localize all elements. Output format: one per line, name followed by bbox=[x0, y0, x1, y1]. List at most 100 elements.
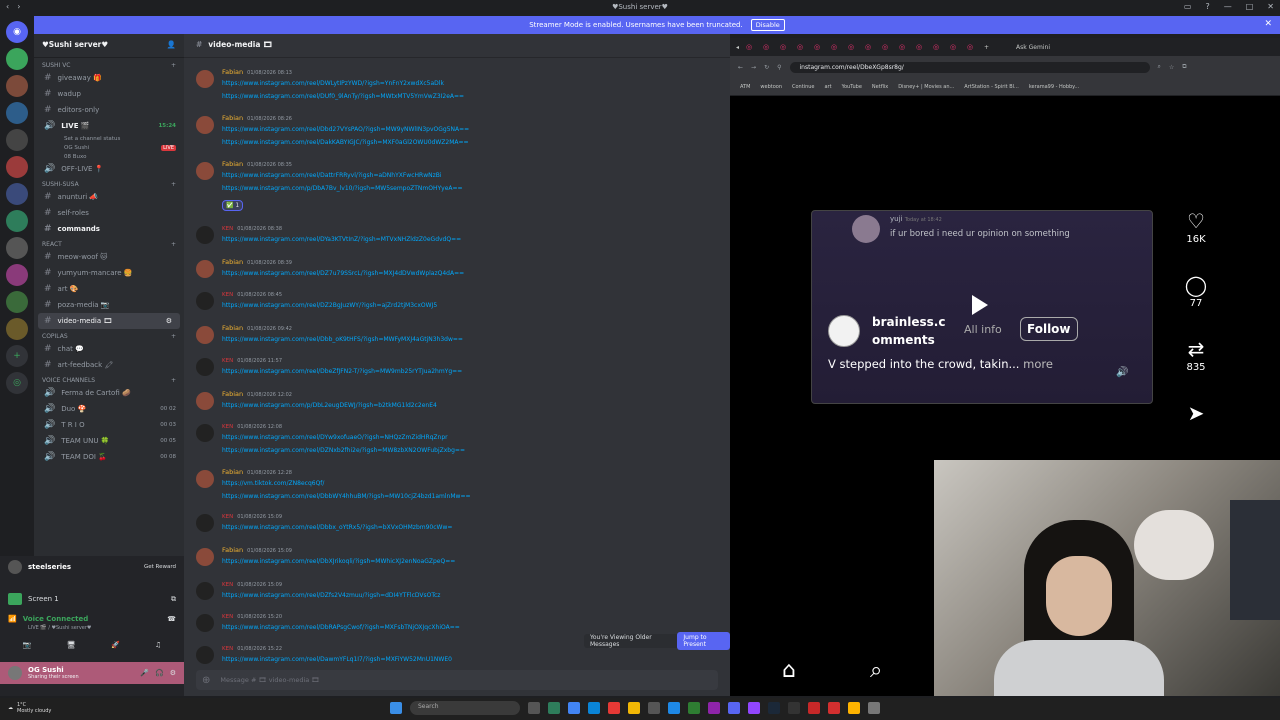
add-attachment-icon[interactable]: ⊕ bbox=[202, 675, 210, 686]
reel-caption[interactable]: V stepped into the crowd, takin... more bbox=[828, 357, 1053, 371]
channel-wadup[interactable]: # wadup bbox=[34, 86, 184, 102]
channel-commands[interactable]: # commands bbox=[34, 221, 184, 237]
discover-icon[interactable]: ◎ bbox=[6, 372, 28, 394]
repost-icon[interactable]: ⇄ bbox=[1180, 336, 1212, 362]
app-icon[interactable] bbox=[608, 702, 620, 714]
channel-giveaway[interactable]: # giveaway 🎁 bbox=[34, 70, 184, 86]
instagram-tab[interactable]: ◎ bbox=[865, 43, 875, 51]
app-icon[interactable] bbox=[688, 702, 700, 714]
instagram-tab[interactable]: ◎ bbox=[967, 43, 977, 51]
app-icon[interactable] bbox=[828, 702, 840, 714]
message-link[interactable]: https://www.instagram.com/reel/DYa3KTVtI… bbox=[222, 236, 461, 243]
settings-icon[interactable] bbox=[868, 702, 880, 714]
reel-preview-card[interactable]: yuji Today at 18:42 if ur bored i need u… bbox=[811, 210, 1153, 404]
app-icon[interactable] bbox=[848, 702, 860, 714]
message-link[interactable]: https://www.instagram.com/reel/DZ2BgJuzW… bbox=[222, 302, 437, 309]
avatar[interactable] bbox=[196, 226, 214, 244]
avatar[interactable] bbox=[196, 392, 214, 410]
message-author[interactable]: KEN bbox=[222, 292, 233, 298]
channel-meow-woof[interactable]: # meow-woof 🐱 bbox=[34, 249, 184, 265]
message-author[interactable]: Fabian bbox=[222, 114, 243, 122]
app-icon[interactable] bbox=[708, 702, 720, 714]
message-link[interactable]: https://www.instagram.com/reel/Dbd27VYsP… bbox=[222, 126, 469, 133]
voice-channel-trio[interactable]: 🔊 T R I O 00 03 bbox=[34, 417, 184, 433]
mute-icon[interactable]: 🔊 bbox=[1116, 367, 1128, 378]
settings-icon[interactable]: ⚙ bbox=[166, 317, 172, 325]
share-screen-icon[interactable]: 🖥 bbox=[67, 641, 76, 649]
message-composer[interactable]: ⊕ Message # 🎞 video-media 🎞 bbox=[196, 670, 718, 690]
channel-art[interactable]: # art 🎨 bbox=[34, 281, 184, 297]
chrome-icon[interactable] bbox=[568, 702, 580, 714]
message-link[interactable]: https://www.instagram.com/reel/DbeZfJFN2… bbox=[222, 368, 462, 375]
zoom-icon[interactable]: ⌕ bbox=[1158, 63, 1161, 71]
channel-handle[interactable]: brainless.comments bbox=[872, 313, 952, 349]
message-link[interactable]: https://www.instagram.com/reel/DakKABYIG… bbox=[222, 139, 469, 146]
category-sushi-susa[interactable]: SUSHI-SUSA + bbox=[34, 177, 184, 189]
soundboard-icon[interactable]: ♫ bbox=[155, 641, 161, 649]
server-icon[interactable] bbox=[6, 156, 28, 178]
send-icon[interactable]: ➤ bbox=[1180, 400, 1212, 426]
user-info[interactable]: OG Sushi Sharing their screen 🎤 🎧 ⚙ bbox=[0, 662, 184, 684]
message-author[interactable]: KEN bbox=[222, 514, 233, 520]
bookmark-star-icon[interactable]: ☆ bbox=[1169, 64, 1174, 71]
message-author[interactable]: KEN bbox=[222, 358, 233, 364]
popout-icon[interactable]: ⧉ bbox=[171, 595, 176, 604]
message-link[interactable]: https://www.instagram.com/reel/DbRAPsgCw… bbox=[222, 624, 460, 631]
channel-video-media[interactable]: # video-media 🎞 ⚙ bbox=[38, 313, 180, 329]
avatar[interactable] bbox=[196, 646, 214, 664]
instagram-tab[interactable]: ◎ bbox=[950, 43, 960, 51]
app-icon[interactable] bbox=[808, 702, 820, 714]
app-icon[interactable] bbox=[648, 702, 660, 714]
instagram-tab[interactable]: ◎ bbox=[814, 43, 824, 51]
avatar[interactable] bbox=[196, 614, 214, 632]
reaction-checkmark[interactable]: ✅ 1 bbox=[222, 200, 244, 211]
avatar[interactable] bbox=[196, 260, 214, 278]
bookmark-item[interactable]: kerama99 - Hobby... bbox=[1029, 84, 1079, 90]
category-react[interactable]: REACT + bbox=[34, 237, 184, 249]
message-link[interactable]: https://www.instagram.com/reel/Dbb_oK9tH… bbox=[222, 336, 463, 343]
bookmark-item[interactable]: Continue bbox=[792, 84, 814, 90]
bookmark-item[interactable]: YouTube bbox=[842, 84, 862, 90]
bookmark-item[interactable]: Netflix bbox=[872, 84, 888, 90]
headphones-icon[interactable]: 🎧 bbox=[155, 669, 164, 677]
server-icon[interactable] bbox=[6, 210, 28, 232]
screen-share-row[interactable]: Screen 1 ⧉ bbox=[0, 588, 184, 610]
category-copilas[interactable]: COPILAS + bbox=[34, 329, 184, 341]
message-author[interactable]: Fabian bbox=[222, 546, 243, 554]
channel-poza-media[interactable]: # poza-media 📷 bbox=[34, 297, 184, 313]
instagram-tab[interactable]: ◎ bbox=[831, 43, 841, 51]
bookmark-item[interactable]: webtoon bbox=[760, 84, 782, 90]
app-icon[interactable] bbox=[668, 702, 680, 714]
voice-channel-live[interactable]: 🔊 LIVE 🎬 15:24 bbox=[34, 118, 184, 134]
instagram-tab[interactable]: ◎ bbox=[916, 43, 926, 51]
avatar[interactable] bbox=[196, 514, 214, 532]
message-author[interactable]: KEN bbox=[222, 424, 233, 430]
disable-streamer-mode-button[interactable]: Disable bbox=[750, 19, 785, 31]
add-server-icon[interactable]: + bbox=[6, 345, 28, 367]
like-action[interactable]: ♡ 16K bbox=[1180, 208, 1212, 272]
new-tab-icon[interactable]: + bbox=[984, 44, 989, 51]
message-link[interactable]: https://www.instagram.com/p/DbA7Bv_lv10/… bbox=[222, 185, 463, 192]
channel-self-roles[interactable]: # self-roles bbox=[34, 205, 184, 221]
instagram-tab[interactable]: ◎ bbox=[882, 43, 892, 51]
banner-close-icon[interactable]: ✕ bbox=[1264, 19, 1272, 29]
app-icon[interactable] bbox=[748, 702, 760, 714]
message-link[interactable]: https://www.instagram.com/reel/DbXJrikoq… bbox=[222, 558, 455, 565]
steam-icon[interactable] bbox=[768, 702, 780, 714]
follow-button[interactable]: Follow bbox=[1020, 317, 1078, 341]
instagram-tab[interactable]: ◎ bbox=[780, 43, 790, 51]
server-icon[interactable] bbox=[6, 264, 28, 286]
message-link[interactable]: https://www.instagram.com/reel/DawmYFLq1… bbox=[222, 656, 452, 663]
message-author[interactable]: Fabian bbox=[222, 390, 243, 398]
extensions-icon[interactable]: ⧉ bbox=[1182, 63, 1186, 71]
message-author[interactable]: Fabian bbox=[222, 324, 243, 332]
message-link[interactable]: https://www.instagram.com/reel/DYw9xofua… bbox=[222, 434, 448, 441]
server-icon[interactable] bbox=[6, 291, 28, 313]
close-button[interactable]: ✕ bbox=[1267, 2, 1274, 11]
message-author[interactable]: KEN bbox=[222, 226, 233, 232]
message-link[interactable]: https://www.instagram.com/reel/DZ7u79SSr… bbox=[222, 270, 464, 277]
message-link[interactable]: https://www.instagram.com/p/DbL2eugDEWJ/… bbox=[222, 402, 437, 409]
avatar[interactable] bbox=[196, 162, 214, 180]
bookmark-item[interactable]: ArtStation - Spirit Bl... bbox=[964, 84, 1019, 90]
instagram-tab[interactable]: ◎ bbox=[746, 43, 756, 51]
